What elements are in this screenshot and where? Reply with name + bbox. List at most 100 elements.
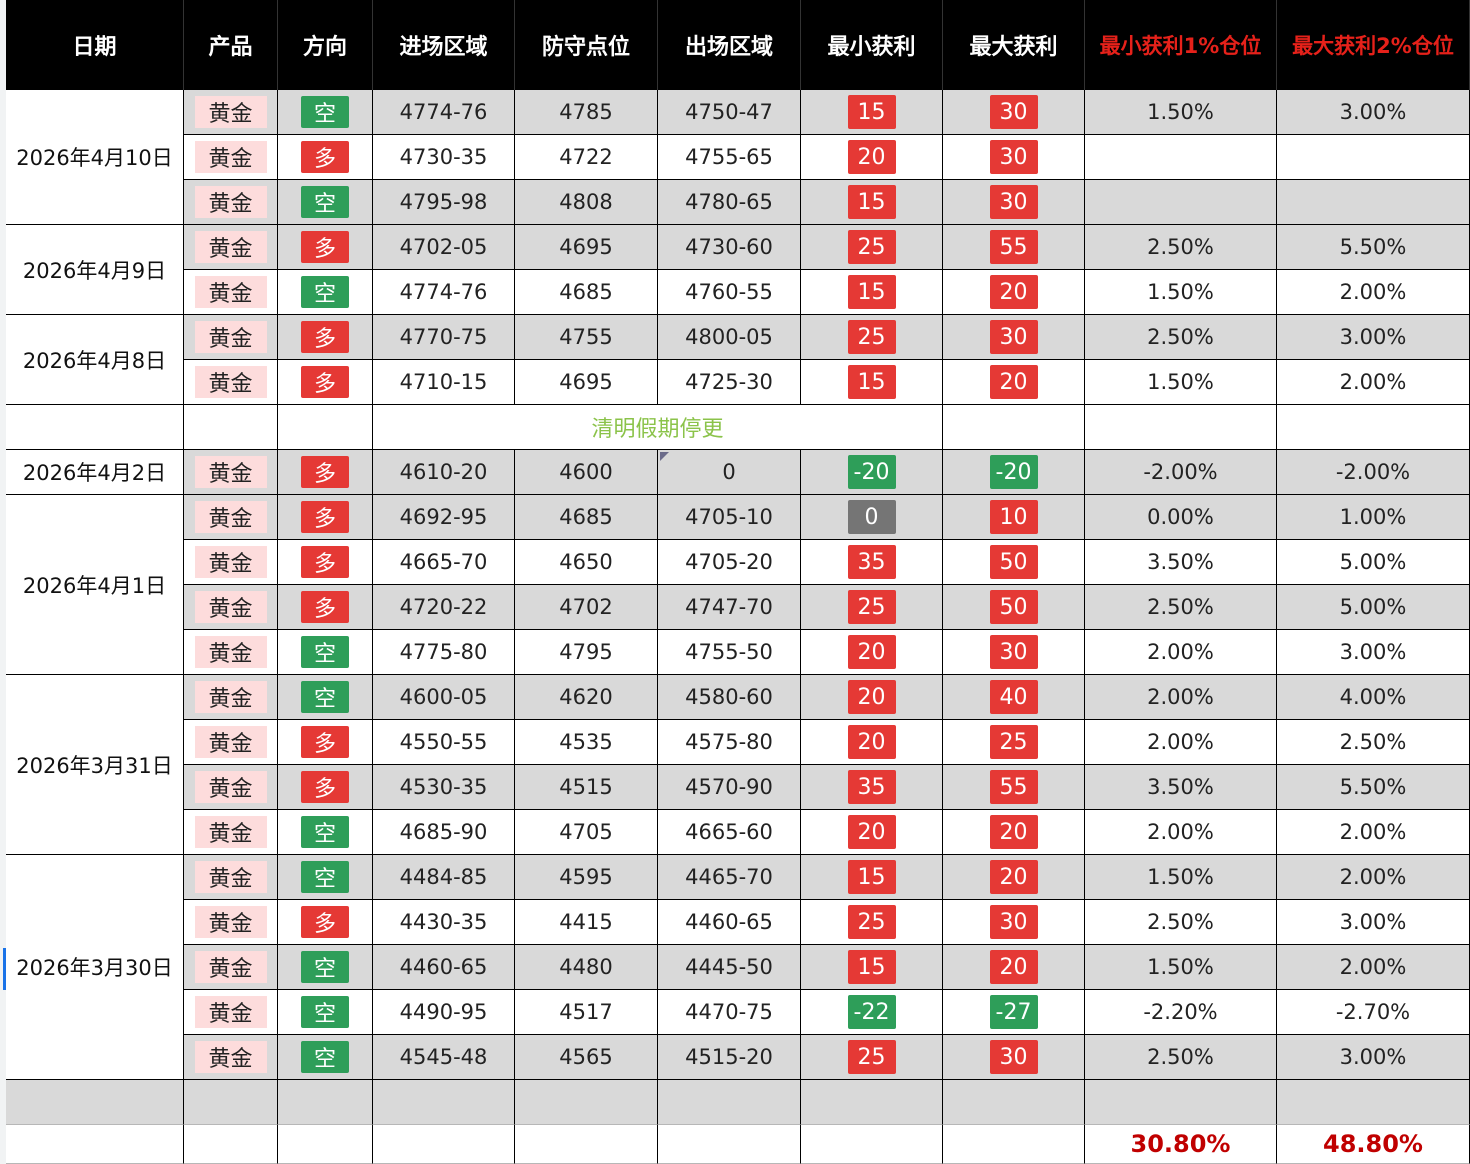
header-date[interactable]: 日期 [6,0,184,90]
max-profit-cell[interactable]: 10 [943,495,1085,540]
direction-cell[interactable]: 空 [278,90,373,135]
min-pct-cell[interactable]: 3.50% [1085,765,1277,810]
min-profit-cell[interactable]: 20 [801,720,943,765]
product-cell[interactable]: 黄金 [184,765,278,810]
max-profit-cell[interactable]: 20 [943,270,1085,315]
min-profit-cell[interactable]: 15 [801,945,943,990]
empty-cell[interactable] [943,405,1085,450]
min-profit-cell[interactable]: 15 [801,360,943,405]
product-cell[interactable]: 黄金 [184,180,278,225]
min-profit-cell[interactable]: 20 [801,810,943,855]
exit-cell[interactable]: 4515-20 [658,1035,801,1080]
max-pct-cell[interactable] [1277,180,1470,225]
date-cell[interactable]: 2026年4月1日 [6,495,184,675]
product-cell[interactable]: 黄金 [184,450,278,495]
max-pct-cell[interactable]: 2.50% [1277,720,1470,765]
empty-cell[interactable] [1085,405,1277,450]
exit-cell[interactable]: 4747-70 [658,585,801,630]
empty-cell[interactable] [278,1125,373,1164]
defense-cell[interactable]: 4722 [515,135,658,180]
min-profit-cell[interactable]: 25 [801,1035,943,1080]
defense-cell[interactable]: 4600 [515,450,658,495]
min-pct-cell[interactable]: 1.50% [1085,945,1277,990]
empty-cell[interactable] [1277,405,1470,450]
max-pct-cell[interactable]: 2.00% [1277,810,1470,855]
max-pct-cell[interactable]: -2.00% [1277,450,1470,495]
max-profit-cell[interactable]: 30 [943,90,1085,135]
min-pct-cell[interactable] [1085,180,1277,225]
product-cell[interactable]: 黄金 [184,990,278,1035]
defense-cell[interactable]: 4705 [515,810,658,855]
date-cell[interactable]: 2026年3月31日 [6,675,184,855]
min-pct-cell[interactable]: 2.50% [1085,585,1277,630]
max-pct-cell[interactable]: 4.00% [1277,675,1470,720]
header-direction[interactable]: 方向 [278,0,373,90]
max-profit-cell[interactable]: 55 [943,765,1085,810]
max-pct-cell[interactable]: 3.00% [1277,630,1470,675]
date-cell[interactable]: 2026年3月30日 [6,855,184,1080]
product-cell[interactable]: 黄金 [184,495,278,540]
exit-cell[interactable]: 4755-50 [658,630,801,675]
empty-cell[interactable] [658,1125,801,1164]
max-pct-cell[interactable] [1277,135,1470,180]
header-product[interactable]: 产品 [184,0,278,90]
entry-cell[interactable]: 4720-22 [373,585,515,630]
defense-cell[interactable]: 4620 [515,675,658,720]
max-pct-cell[interactable]: 1.00% [1277,495,1470,540]
min-profit-cell[interactable]: 0 [801,495,943,540]
product-cell[interactable]: 黄金 [184,90,278,135]
defense-cell[interactable]: 4515 [515,765,658,810]
empty-cell[interactable] [515,1125,658,1164]
entry-cell[interactable]: 4430-35 [373,900,515,945]
min-pct-cell[interactable]: 1.50% [1085,90,1277,135]
product-cell[interactable]: 黄金 [184,270,278,315]
max-profit-cell[interactable]: 30 [943,315,1085,360]
entry-cell[interactable]: 4775-80 [373,630,515,675]
exit-cell[interactable]: 4575-80 [658,720,801,765]
product-cell[interactable]: 黄金 [184,945,278,990]
direction-cell[interactable]: 空 [278,1035,373,1080]
max-pct-cell[interactable]: 3.00% [1277,1035,1470,1080]
entry-cell[interactable]: 4610-20 [373,450,515,495]
defense-cell[interactable]: 4415 [515,900,658,945]
min-pct-cell[interactable]: 2.50% [1085,315,1277,360]
max-profit-cell[interactable]: 20 [943,855,1085,900]
product-cell[interactable]: 黄金 [184,900,278,945]
product-cell[interactable]: 黄金 [184,135,278,180]
product-cell[interactable]: 黄金 [184,720,278,765]
direction-cell[interactable]: 多 [278,450,373,495]
product-cell[interactable]: 黄金 [184,585,278,630]
max-profit-cell[interactable]: 25 [943,720,1085,765]
max-pct-cell[interactable]: -2.70% [1277,990,1470,1035]
defense-cell[interactable]: 4808 [515,180,658,225]
empty-cell[interactable] [6,1125,184,1164]
entry-cell[interactable]: 4550-55 [373,720,515,765]
max-pct-cell[interactable]: 2.00% [1277,855,1470,900]
direction-cell[interactable]: 空 [278,180,373,225]
entry-cell[interactable]: 4795-98 [373,180,515,225]
empty-cell[interactable] [1085,1080,1277,1125]
max-profit-cell[interactable]: 55 [943,225,1085,270]
min-profit-cell[interactable]: 35 [801,540,943,585]
direction-cell[interactable]: 空 [278,855,373,900]
empty-cell[interactable] [943,1080,1085,1125]
direction-cell[interactable]: 空 [278,270,373,315]
entry-cell[interactable]: 4460-65 [373,945,515,990]
empty-cell[interactable] [373,1080,515,1125]
exit-cell[interactable]: 4465-70 [658,855,801,900]
max-profit-cell[interactable]: 40 [943,675,1085,720]
entry-cell[interactable]: 4770-75 [373,315,515,360]
min-profit-cell[interactable]: 15 [801,270,943,315]
max-pct-cell[interactable]: 5.50% [1277,765,1470,810]
empty-cell[interactable] [658,1080,801,1125]
direction-cell[interactable]: 多 [278,225,373,270]
empty-cell[interactable] [278,1080,373,1125]
product-cell[interactable]: 黄金 [184,225,278,270]
product-cell[interactable]: 黄金 [184,675,278,720]
defense-cell[interactable]: 4695 [515,360,658,405]
entry-cell[interactable]: 4774-76 [373,90,515,135]
entry-cell[interactable]: 4530-35 [373,765,515,810]
header-max-profit[interactable]: 最大获利 [943,0,1085,90]
exit-cell[interactable]: 4460-65 [658,900,801,945]
date-cell[interactable]: 2026年4月8日 [6,315,184,405]
